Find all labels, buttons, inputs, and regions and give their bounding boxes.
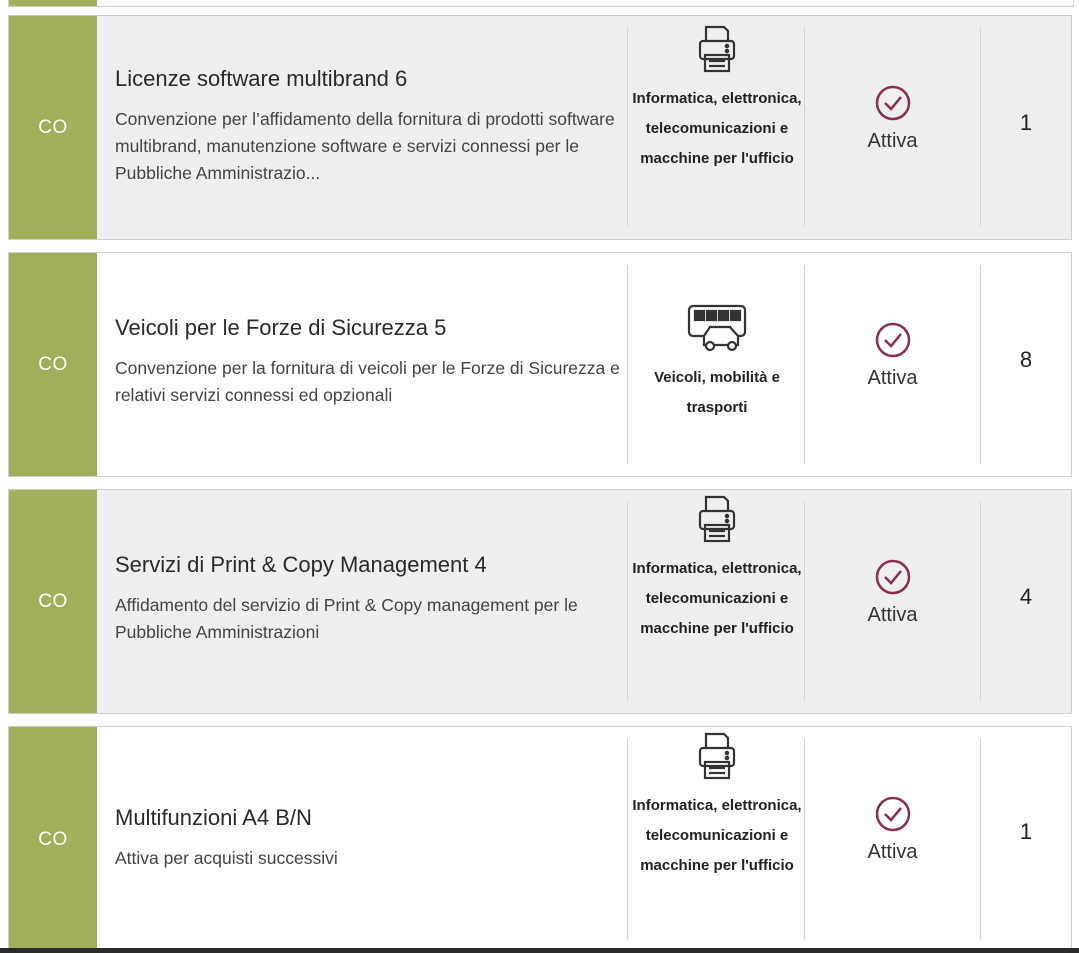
category-label: Informatica, elettronica, telecomunicazi… bbox=[632, 90, 802, 167]
status-column: Attiva bbox=[805, 321, 980, 390]
column-divider bbox=[627, 739, 628, 940]
convention-card[interactable]: CO Servizi di Print & Copy Management 4 … bbox=[8, 489, 1072, 714]
column-divider bbox=[627, 28, 628, 227]
status-column: Attiva bbox=[805, 795, 980, 864]
column-divider bbox=[627, 265, 628, 464]
previous-card-accent bbox=[9, 0, 97, 6]
category-column: Informatica, elettronica, telecomunicazi… bbox=[629, 731, 805, 881]
category-column: Informatica, elettronica, telecomunicazi… bbox=[629, 494, 805, 644]
type-tag: CO bbox=[9, 490, 97, 713]
card-description: Convenzione per la fornitura di veicoli … bbox=[115, 358, 620, 405]
status-label: Attiva bbox=[867, 130, 918, 152]
card-main: Licenze software multibrand 6 Convenzion… bbox=[115, 66, 620, 187]
bottom-edge bbox=[0, 948, 1079, 953]
printer-icon bbox=[629, 494, 805, 544]
type-tag: CO bbox=[9, 727, 97, 952]
item-count: 1 bbox=[1019, 110, 1033, 135]
card-description: Attiva per acquisti successivi bbox=[115, 848, 338, 868]
convention-card[interactable]: CO Multifunzioni A4 B/N Attiva per acqui… bbox=[8, 726, 1072, 953]
card-main: Veicoli per le Forze di Sicurezza 5 Conv… bbox=[115, 315, 620, 409]
category-column: Informatica, elettronica, telecomunicazi… bbox=[629, 24, 805, 174]
card-description: Convenzione per l’affidamento della forn… bbox=[115, 109, 615, 183]
card-title[interactable]: Multifunzioni A4 B/N bbox=[115, 805, 620, 831]
previous-card-edge bbox=[8, 0, 1074, 7]
status-column: Attiva bbox=[805, 84, 980, 153]
printer-icon bbox=[629, 24, 805, 74]
check-circle-icon bbox=[805, 795, 980, 833]
column-divider bbox=[627, 502, 628, 701]
card-title[interactable]: Veicoli per le Forze di Sicurezza 5 bbox=[115, 315, 620, 341]
card-description: Affidamento del servizio di Print & Copy… bbox=[115, 595, 578, 642]
check-circle-icon bbox=[805, 558, 980, 596]
status-label: Attiva bbox=[867, 841, 918, 863]
vehicles-icon bbox=[629, 303, 805, 353]
printer-icon bbox=[629, 731, 805, 781]
card-title[interactable]: Licenze software multibrand 6 bbox=[115, 66, 620, 92]
category-label: Veicoli, mobilità e trasporti bbox=[654, 369, 780, 416]
check-circle-icon bbox=[805, 84, 980, 122]
card-title[interactable]: Servizi di Print & Copy Management 4 bbox=[115, 552, 620, 578]
status-label: Attiva bbox=[867, 604, 918, 626]
card-main: Multifunzioni A4 B/N Attiva per acquisti… bbox=[115, 805, 620, 872]
status-column: Attiva bbox=[805, 558, 980, 627]
check-circle-icon bbox=[805, 321, 980, 359]
convention-card[interactable]: CO Veicoli per le Forze di Sicurezza 5 C… bbox=[8, 252, 1072, 477]
card-main: Servizi di Print & Copy Management 4 Aff… bbox=[115, 552, 620, 646]
category-label: Informatica, elettronica, telecomunicazi… bbox=[632, 560, 802, 637]
item-count: 1 bbox=[1019, 819, 1033, 844]
item-count: 8 bbox=[1019, 347, 1033, 372]
category-column: Veicoli, mobilità e trasporti bbox=[629, 303, 805, 423]
type-tag: CO bbox=[9, 253, 97, 476]
category-label: Informatica, elettronica, telecomunicazi… bbox=[632, 797, 802, 874]
convention-card[interactable]: CO Licenze software multibrand 6 Convenz… bbox=[8, 15, 1072, 240]
status-label: Attiva bbox=[867, 367, 918, 389]
item-count: 4 bbox=[1019, 584, 1033, 609]
type-tag: CO bbox=[9, 16, 97, 239]
